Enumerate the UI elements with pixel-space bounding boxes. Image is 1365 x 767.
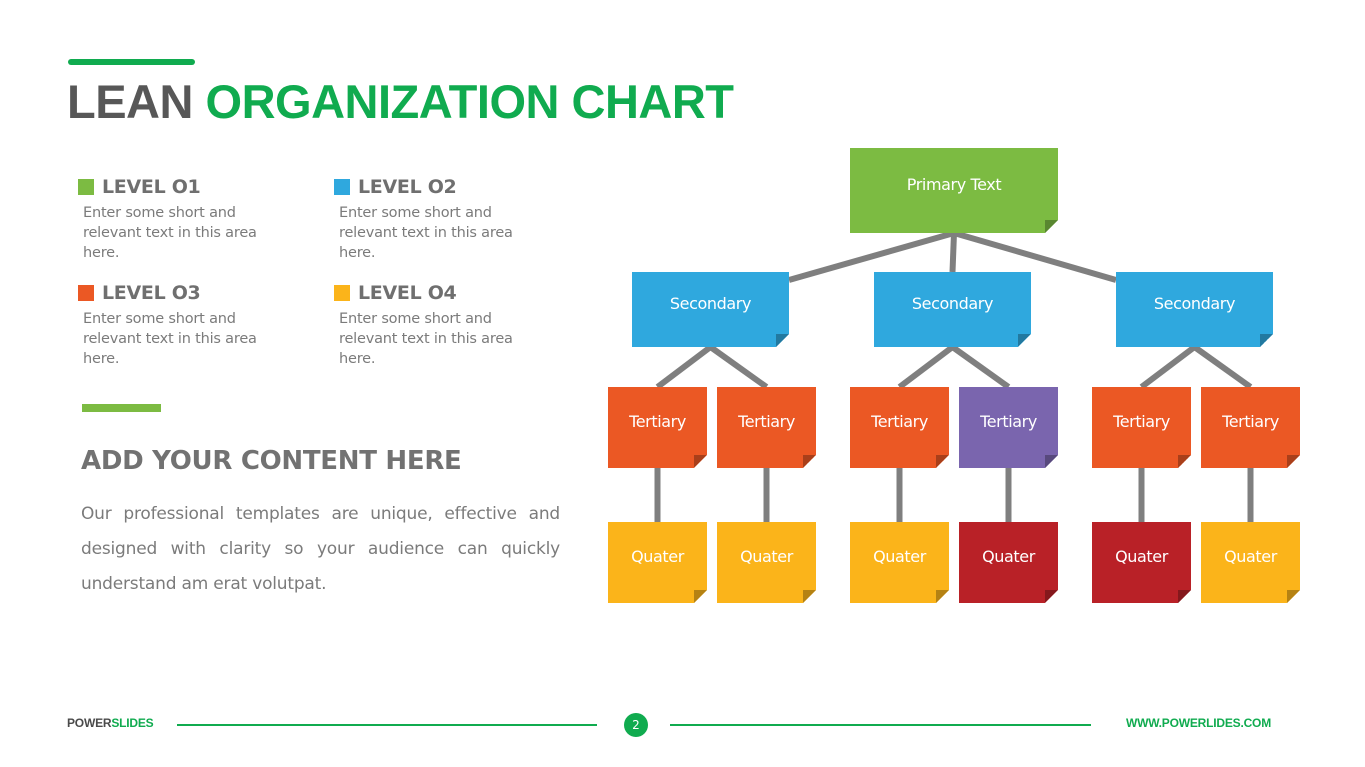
node-label: Primary Text [906, 175, 1002, 194]
connector-secondary-tertiary [708, 344, 769, 390]
node-label: Secondary [1153, 294, 1236, 313]
org-chart: Primary Text Secondary Tertiary Quater Terti… [0, 0, 1365, 767]
quater-node[interactable]: Quater [608, 522, 707, 603]
quater-node[interactable]: Quater [850, 522, 949, 603]
node-label: Quater [1224, 547, 1277, 566]
connector-secondary-tertiary [1192, 344, 1253, 390]
footer-brand-slides: SLIDES [111, 716, 154, 730]
connector-secondary-tertiary [655, 344, 713, 390]
quater-node[interactable]: Quater [1201, 522, 1300, 603]
footer-url: WWW.POWERLIDES.COM [1125, 716, 1271, 730]
secondary-node[interactable]: Secondary [874, 272, 1031, 347]
node-label: Quater [740, 547, 793, 566]
quater-node[interactable]: Quater [717, 522, 816, 603]
page-number-badge: 2 [624, 713, 648, 737]
secondary-node[interactable]: Secondary [632, 272, 789, 347]
tertiary-node[interactable]: Tertiary [1201, 387, 1300, 468]
footer-divider-right [670, 724, 1091, 726]
quater-node[interactable]: Quater [1092, 522, 1191, 603]
node-label: Quater [982, 547, 1035, 566]
node-label: Quater [873, 547, 926, 566]
tertiary-node[interactable]: Tertiary [1092, 387, 1191, 468]
node-label: Tertiary [1113, 412, 1170, 431]
connector-secondary-tertiary [897, 344, 955, 390]
quater-node[interactable]: Quater [959, 522, 1058, 603]
org-chart-connectors [654, 230, 1254, 522]
tertiary-node[interactable]: Tertiary [608, 387, 707, 468]
tertiary-node[interactable]: Tertiary [850, 387, 949, 468]
node-label: Quater [1115, 547, 1168, 566]
node-label: Tertiary [871, 412, 928, 431]
node-label: Tertiary [980, 412, 1037, 431]
node-label: Tertiary [1222, 412, 1279, 431]
connector-primary-secondary [949, 232, 957, 273]
footer-brand: POWERSLIDES [67, 716, 154, 730]
connector-secondary-tertiary [1139, 344, 1197, 390]
connector-secondary-tertiary [950, 344, 1011, 390]
tertiary-node[interactable]: Tertiary [717, 387, 816, 468]
secondary-node[interactable]: Secondary [1116, 272, 1273, 347]
footer-divider-left [177, 724, 597, 726]
node-label: Tertiary [629, 412, 686, 431]
tertiary-node[interactable]: Tertiary [959, 387, 1058, 468]
node-label: Secondary [669, 294, 752, 313]
primary-node[interactable]: Primary Text [850, 148, 1058, 233]
node-label: Secondary [911, 294, 994, 313]
node-label: Tertiary [738, 412, 795, 431]
node-label: Quater [631, 547, 684, 566]
footer-brand-power: POWER [67, 716, 112, 730]
